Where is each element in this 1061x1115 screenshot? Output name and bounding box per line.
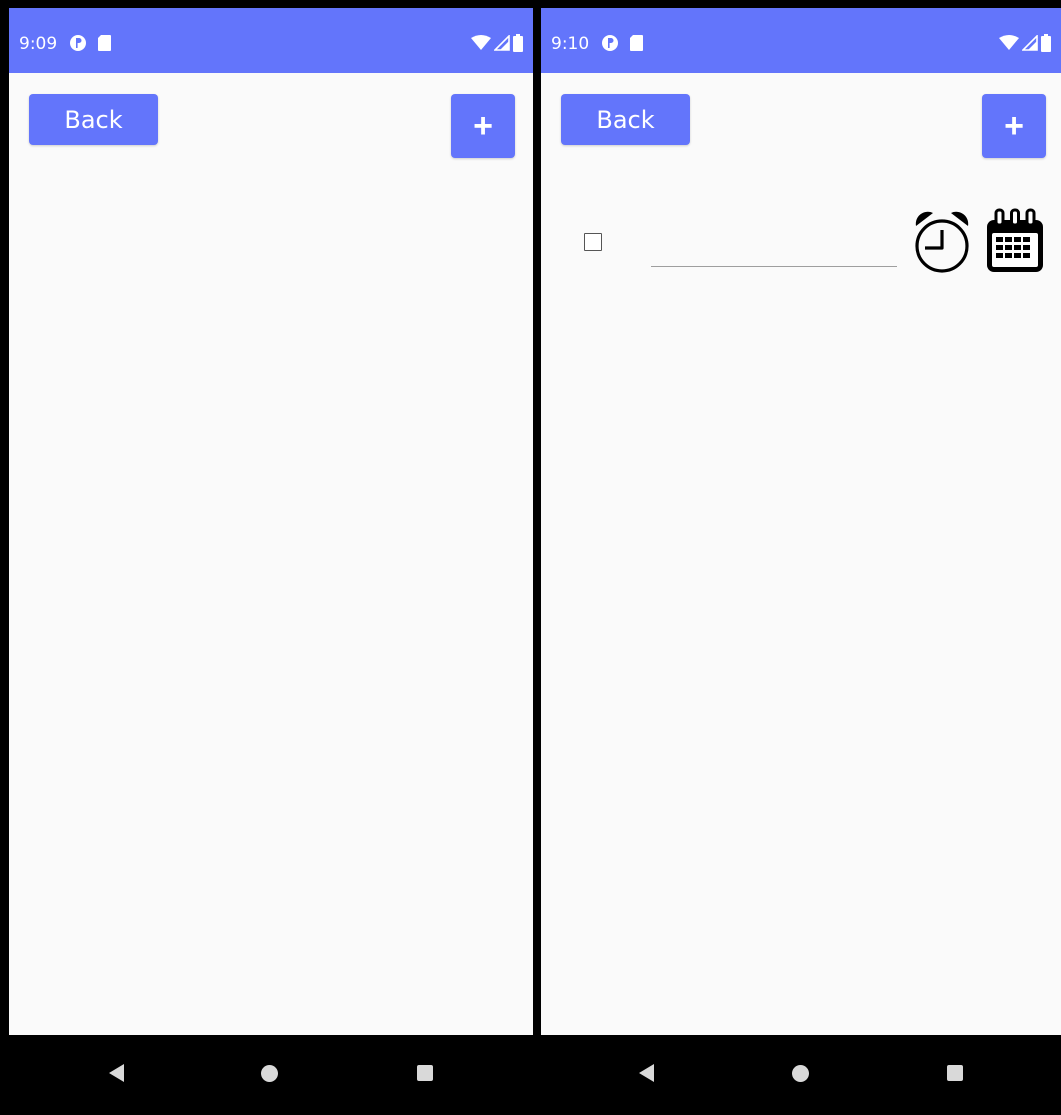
sd-card-icon — [97, 34, 112, 56]
add-button[interactable]: + — [982, 94, 1046, 158]
battery-icon — [513, 34, 523, 52]
nav-back-icon[interactable] — [639, 1064, 654, 1082]
navigation-bar — [541, 1035, 1061, 1113]
phone-screen-1: 9:09 Back + — [9, 8, 533, 1113]
nav-recents-icon[interactable] — [417, 1065, 433, 1081]
wifi-icon — [999, 35, 1019, 50]
signal-icon — [1022, 35, 1038, 51]
nav-home-icon[interactable] — [261, 1065, 278, 1082]
task-text-input[interactable] — [651, 236, 897, 267]
nav-back-icon[interactable] — [109, 1064, 124, 1082]
phone-screen-2: 9:10 Back + — [541, 8, 1061, 1113]
status-bar: 9:10 — [541, 8, 1061, 73]
status-time: 9:10 — [551, 34, 590, 54]
signal-icon — [494, 35, 510, 51]
add-button[interactable]: + — [451, 94, 515, 158]
task-checkbox[interactable] — [584, 233, 602, 251]
battery-icon — [1041, 34, 1051, 52]
back-button[interactable]: Back — [561, 94, 690, 145]
status-bar: 9:09 — [9, 8, 533, 73]
navigation-bar — [9, 1035, 533, 1113]
nav-home-icon[interactable] — [792, 1065, 809, 1082]
task-row — [541, 203, 1061, 283]
back-button[interactable]: Back — [29, 94, 158, 145]
alarm-clock-icon[interactable] — [911, 208, 973, 274]
sd-card-icon — [629, 34, 644, 56]
app-notification-icon — [601, 34, 619, 56]
nav-recents-icon[interactable] — [947, 1065, 963, 1081]
calendar-icon[interactable] — [982, 208, 1048, 274]
status-time: 9:09 — [19, 34, 58, 54]
app-notification-icon — [69, 34, 87, 56]
wifi-icon — [471, 35, 491, 50]
